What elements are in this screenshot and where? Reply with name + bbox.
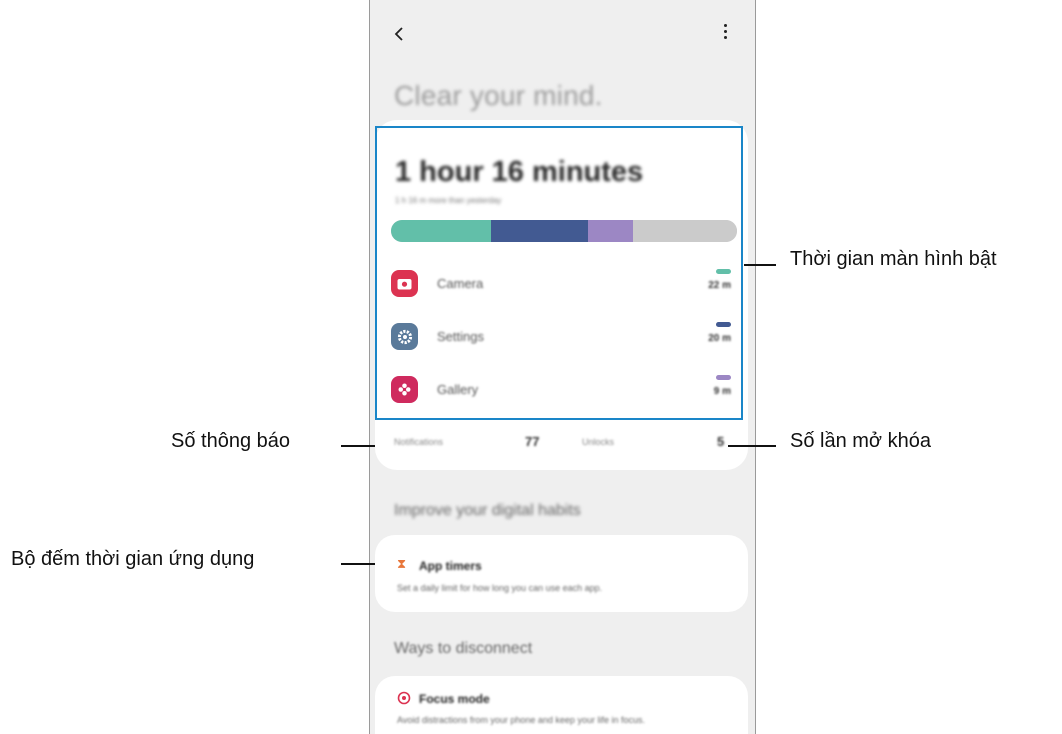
annotation-unlocks: Số lần mở khóa: [790, 430, 931, 452]
annotation-line-screen-time: [744, 264, 776, 266]
focus-mode-description: Avoid distractions from your phone and k…: [397, 715, 645, 725]
app-timers-title: App timers: [419, 559, 482, 573]
unlocks-label: Unlocks: [582, 437, 615, 447]
section-title-disconnect: Ways to disconnect: [394, 640, 533, 657]
hourglass-icon: ⧗: [397, 556, 407, 571]
screen-time-highlight-box: [375, 126, 743, 420]
top-bar: [370, 14, 755, 58]
unlocks-count: 5: [717, 434, 725, 449]
annotation-line-app-timers: [341, 563, 375, 565]
notifications-label: Notifications: [394, 437, 444, 447]
app-timers-description: Set a daily limit for how long you can u…: [397, 583, 603, 593]
focus-mode-title: Focus mode: [419, 692, 490, 706]
annotation-screen-time: Thời gian màn hình bật: [790, 248, 997, 270]
notifications-count: 77: [525, 434, 540, 449]
app-timers-card[interactable]: ⧗ App timers Set a daily limit for how l…: [375, 535, 748, 612]
section-title-habits: Improve your digital habits: [394, 502, 581, 519]
annotation-notifications: Số thông báo: [171, 430, 290, 452]
annotation-app-timers: Bộ đếm thời gian ứng dụng: [11, 548, 255, 570]
more-vert-icon[interactable]: [721, 24, 729, 48]
target-icon: [397, 691, 411, 705]
back-arrow-icon[interactable]: [388, 22, 412, 46]
annotation-line-notifications: [341, 445, 375, 447]
page-headline: Clear your mind.: [394, 80, 603, 111]
focus-mode-card[interactable]: Focus mode Avoid distractions from your …: [375, 676, 748, 734]
annotation-line-unlocks: [728, 445, 776, 447]
